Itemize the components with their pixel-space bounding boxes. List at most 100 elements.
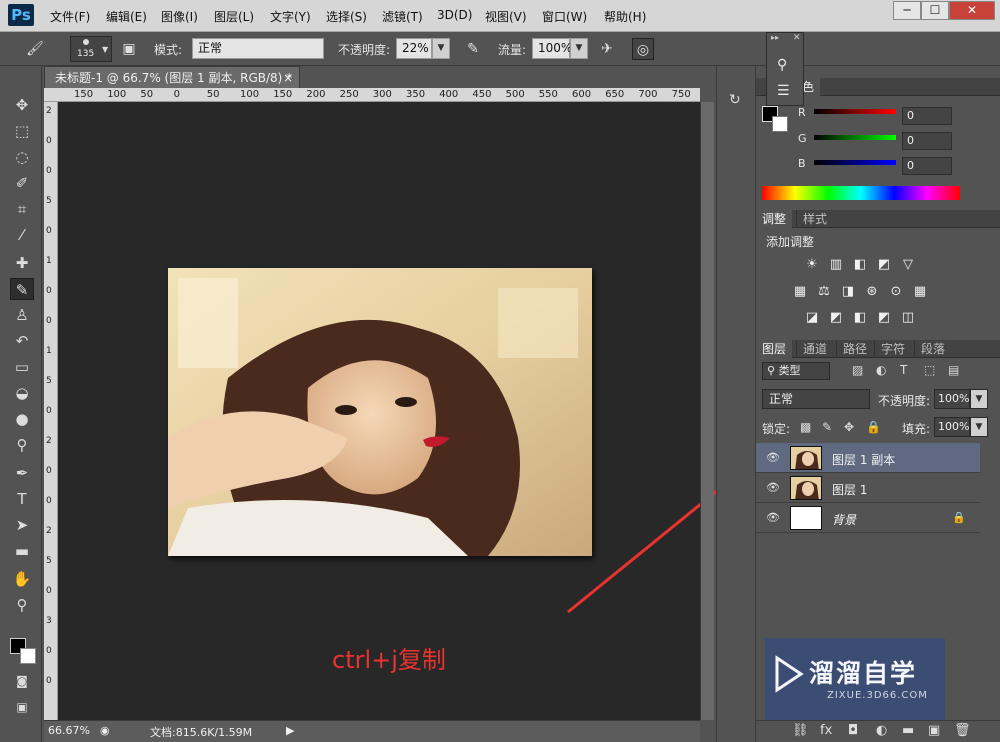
add-mask-icon[interactable]: ◘	[848, 723, 858, 738]
shape-tool-icon[interactable]: ▬	[10, 540, 34, 562]
curves-icon[interactable]: ◧	[852, 257, 868, 273]
pressure-opacity-icon[interactable]: ✎	[462, 38, 484, 60]
pen-tool-icon[interactable]: ✒	[10, 462, 34, 484]
hue-saturation-icon[interactable]: ▦	[792, 284, 808, 300]
delete-layer-icon[interactable]: 🗑	[954, 723, 971, 738]
menu-window[interactable]: 窗口(W)	[542, 8, 587, 25]
hand-tool-icon[interactable]: ✋	[10, 568, 34, 590]
lock-all-icon[interactable]: 🔒	[866, 420, 881, 434]
threshold-icon[interactable]: ◧	[852, 310, 868, 326]
levels-icon[interactable]: ▥	[828, 257, 844, 273]
opacity-dropdown[interactable]: ▼	[432, 38, 450, 59]
filter-smart-object-icon[interactable]: ▤	[948, 363, 959, 377]
slider-value-r[interactable]: 0	[902, 107, 952, 125]
mode-select[interactable]: 正常	[192, 38, 324, 59]
slider-track-b[interactable]	[814, 160, 896, 165]
brush-preset-icon[interactable]: ⚲	[777, 57, 787, 73]
brush-tool-icon[interactable]: ✎	[10, 278, 34, 300]
lock-transparency-icon[interactable]: ▩	[800, 420, 811, 434]
document-tab[interactable]: 未标题-1 @ 66.7% (图层 1 副本, RGB/8) * ×	[44, 66, 300, 88]
collapse-icon[interactable]: ▸▸	[771, 33, 779, 42]
close-panel-icon[interactable]: ✕	[793, 33, 801, 43]
visibility-eye-icon[interactable]: 👁	[766, 451, 780, 464]
tab-channels[interactable]: 通道	[796, 340, 833, 358]
gradient-map-icon[interactable]: ◫	[900, 310, 916, 326]
pressure-size-icon[interactable]: ◎	[632, 38, 654, 60]
tab-paragraph[interactable]: 段落	[914, 340, 951, 358]
fill-dropdown[interactable]: ▼	[970, 417, 988, 437]
slider-value-g[interactable]: 0	[902, 132, 952, 150]
healing-brush-tool-icon[interactable]: ✚	[10, 252, 34, 274]
quick-select-tool-icon[interactable]: ✐	[10, 172, 34, 194]
filter-type-icon[interactable]: T	[900, 363, 907, 377]
lock-pixels-icon[interactable]: ✎	[822, 420, 832, 434]
tab-character[interactable]: 字符	[874, 340, 911, 358]
menu-view[interactable]: 视图(V)	[485, 8, 527, 25]
history-panel-icon[interactable]: ↻	[729, 92, 741, 108]
color-balance-icon[interactable]: ⚖	[816, 284, 832, 300]
flow-dropdown[interactable]: ▼	[570, 38, 588, 59]
crop-tool-icon[interactable]: ⌗	[10, 198, 34, 220]
vibrance-icon[interactable]: ▽	[900, 257, 916, 273]
quick-mask-icon[interactable]: ◙	[10, 670, 34, 692]
new-group-icon[interactable]: ▬	[902, 723, 914, 738]
layer-row-copy[interactable]: 👁 图层 1 副本	[756, 443, 980, 473]
layer-opacity-dropdown[interactable]: ▼	[970, 389, 988, 409]
minimize-button[interactable]: ─	[893, 1, 921, 20]
move-tool-icon[interactable]: ✥	[10, 94, 34, 116]
slider-track-g[interactable]	[814, 135, 896, 140]
posterize-icon[interactable]: ◩	[828, 310, 844, 326]
tab-styles[interactable]: 样式	[796, 210, 833, 228]
tab-paths[interactable]: 路径	[836, 340, 873, 358]
invert-icon[interactable]: ◪	[804, 310, 820, 326]
lasso-tool-icon[interactable]: ◌	[10, 146, 34, 168]
status-info-icon[interactable]: ◉	[100, 724, 110, 737]
layer-opacity-input[interactable]: 100%	[934, 389, 970, 409]
zoom-level[interactable]: 66.67%	[48, 724, 90, 737]
blend-mode-select[interactable]: 正常	[762, 389, 870, 409]
link-layers-icon[interactable]: ⛓	[792, 723, 809, 738]
filter-pixel-icon[interactable]: ▨	[852, 363, 863, 377]
menu-file[interactable]: 文件(F)	[50, 8, 90, 25]
menu-help[interactable]: 帮助(H)	[604, 8, 646, 25]
opacity-input[interactable]: 22%	[396, 38, 432, 59]
airbrush-icon[interactable]: ✈	[596, 38, 618, 60]
screen-mode-icon[interactable]: ▣	[10, 696, 34, 718]
brush-settings-icon[interactable]: ☰	[777, 83, 790, 99]
canvas-scrollbar[interactable]	[700, 102, 714, 720]
close-button[interactable]: ✕	[949, 1, 995, 20]
bg-color-swatch[interactable]	[772, 116, 788, 132]
background-color-swatch[interactable]	[20, 648, 36, 664]
type-tool-icon[interactable]: T	[10, 488, 34, 510]
maximize-button[interactable]: ☐	[921, 1, 949, 20]
exposure-icon[interactable]: ◩	[876, 257, 892, 273]
menu-filter[interactable]: 滤镜(T)	[382, 8, 423, 25]
eyedropper-tool-icon[interactable]: ⁄	[10, 224, 34, 246]
dodge-tool-icon[interactable]: ⚲	[10, 434, 34, 456]
selective-color-icon[interactable]: ◩	[876, 310, 892, 326]
black-white-icon[interactable]: ◨	[840, 284, 856, 300]
brush-tool-preset-icon[interactable]: 🖌	[24, 38, 46, 60]
fill-input[interactable]: 100%	[934, 417, 970, 437]
menu-3d[interactable]: 3D(D)	[437, 8, 472, 22]
marquee-tool-icon[interactable]: ⬚	[10, 120, 34, 142]
slider-track-r[interactable]	[814, 109, 896, 114]
channel-mixer-icon[interactable]: ⊙	[888, 284, 904, 300]
blur-tool-icon[interactable]: ●	[10, 408, 34, 430]
layer-row-background[interactable]: 👁 背景 🔒	[756, 503, 980, 533]
eraser-tool-icon[interactable]: ▭	[10, 356, 34, 378]
lock-position-icon[interactable]: ✥	[844, 420, 854, 434]
tab-adjustments[interactable]: 调整	[756, 210, 793, 228]
history-brush-tool-icon[interactable]: ↶	[10, 330, 34, 352]
new-layer-icon[interactable]: ▣	[928, 723, 940, 738]
menu-edit[interactable]: 编辑(E)	[106, 8, 147, 25]
new-adjustment-icon[interactable]: ◐	[876, 723, 887, 738]
color-lookup-icon[interactable]: ▦	[912, 284, 928, 300]
menu-type[interactable]: 文字(Y)	[270, 8, 311, 25]
path-select-tool-icon[interactable]: ➤	[10, 514, 34, 536]
brush-size-picker[interactable]: 135 ▼	[70, 36, 112, 62]
flow-input[interactable]: 100%	[532, 38, 572, 59]
slider-value-b[interactable]: 0	[902, 157, 952, 175]
filter-adjustment-icon[interactable]: ◐	[876, 363, 886, 377]
menu-image[interactable]: 图像(I)	[161, 8, 198, 25]
